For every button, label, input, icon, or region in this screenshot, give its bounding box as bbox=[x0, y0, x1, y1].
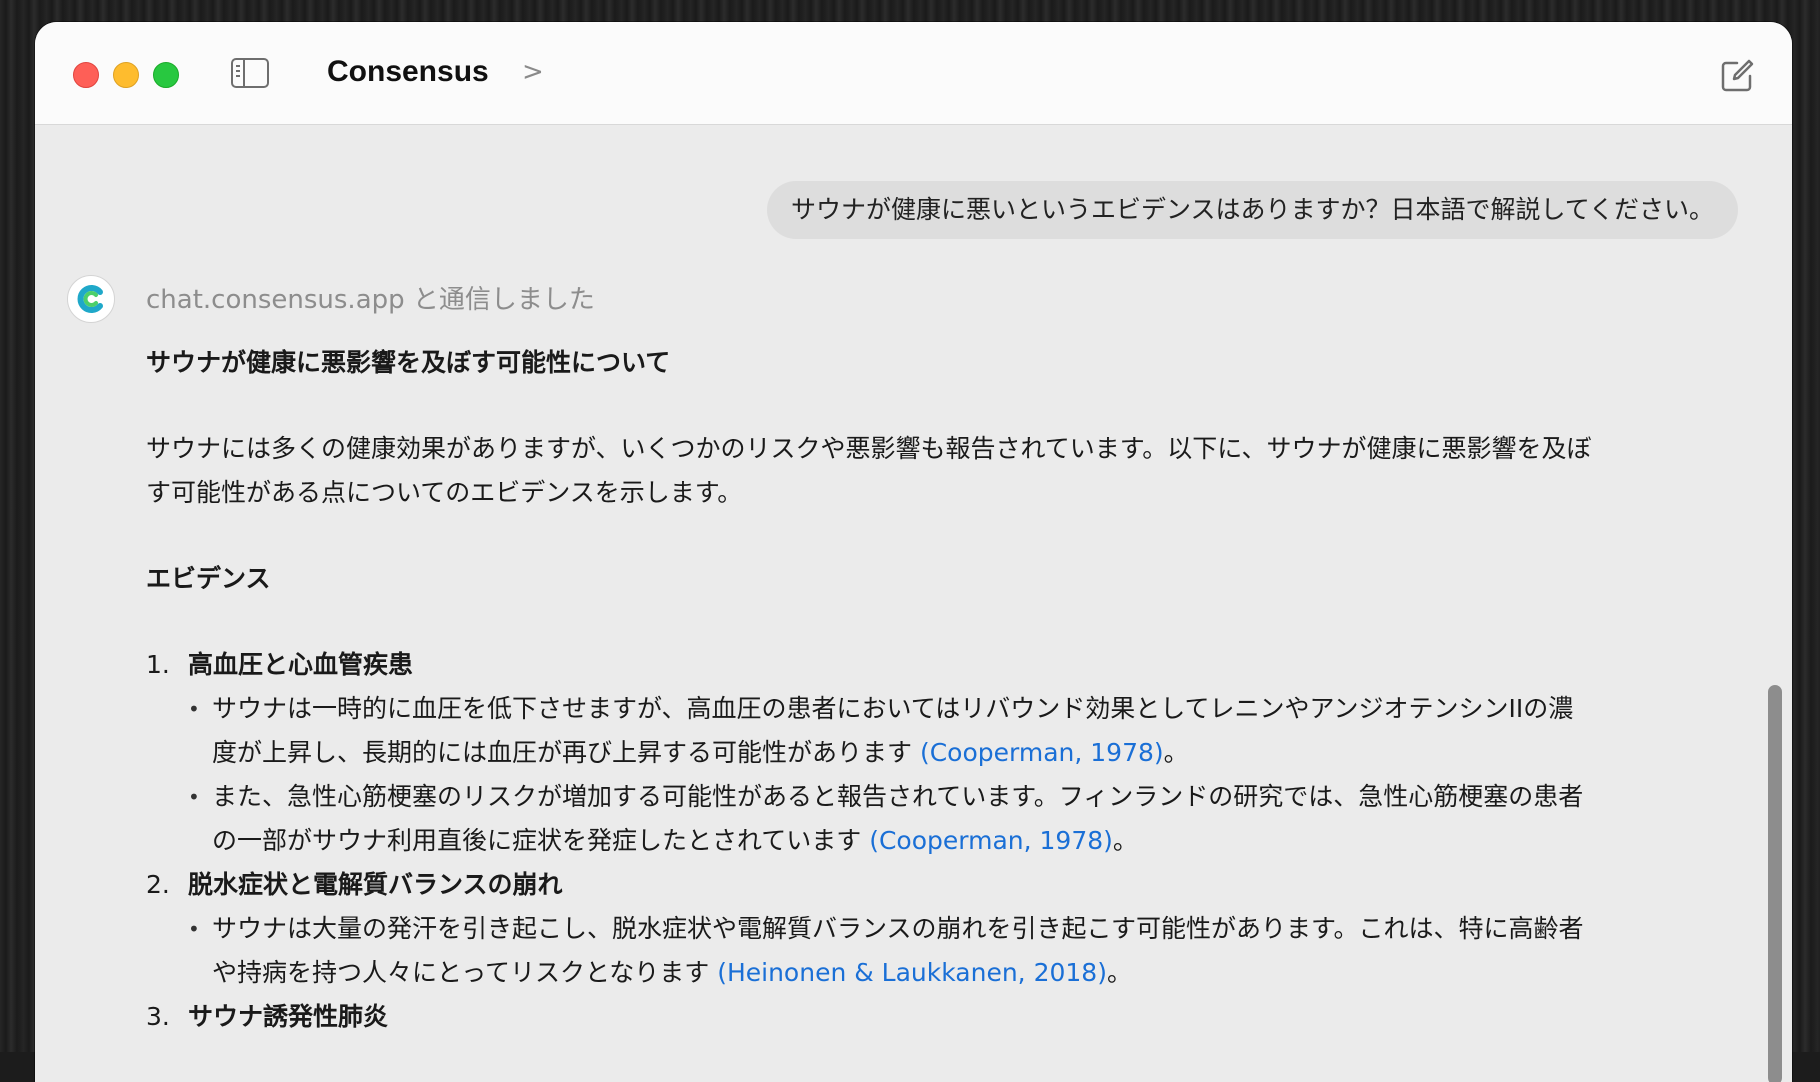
chevron-right-icon[interactable]: > bbox=[522, 57, 544, 87]
citation-link[interactable]: (Cooperman, 1978) bbox=[920, 738, 1164, 767]
section-heading: エビデンス bbox=[146, 564, 271, 593]
bullet-text: また、急性心筋梗塞のリスクが増加する可能性があると報告されています。フィンランド… bbox=[212, 782, 1584, 811]
bullet-text: サウナは一時的に血圧を低下させますが、高血圧の患者においてはリバウンド効果として… bbox=[212, 694, 1574, 723]
bullet-list: サウナは一時的に血圧を低下させますが、高血圧の患者においてはリバウンド効果として… bbox=[146, 687, 1701, 863]
app-window: Consensus > サウナが健康に悪いというエビデンスはありますか？日本語で… bbox=[35, 22, 1792, 1082]
intro-line-2: す可能性がある点についてのエビデンスを示します。 bbox=[146, 478, 743, 507]
user-message-bubble: サウナが健康に悪いというエビデンスはありますか？日本語で解説してください。 bbox=[766, 181, 1738, 239]
intro-paragraph: サウナには多くの健康効果がありますが、いくつかのリスクや悪影響も報告されています… bbox=[146, 427, 1701, 515]
consensus-logo-icon bbox=[75, 283, 107, 315]
bullet-end: 。 bbox=[1112, 826, 1138, 855]
tool-status-text: chat.consensus.app と通信しました bbox=[146, 285, 595, 315]
item-title: サウナ誘発性肺炎 bbox=[188, 1002, 389, 1031]
bullet-item: また、急性心筋梗塞のリスクが増加する可能性があると報告されています。フィンランド… bbox=[188, 775, 1701, 863]
item-number: 2. bbox=[146, 870, 170, 899]
list-item: 1. 高血圧と心血管疾患 サウナは一時的に血圧を低下させますが、高血圧の患者におい… bbox=[146, 643, 1701, 863]
sidebar-toggle-icon[interactable] bbox=[231, 58, 269, 88]
response-heading: サウナが健康に悪影響を及ぼす可能性について bbox=[146, 348, 671, 377]
chat-content: サウナが健康に悪いというエビデンスはありますか？日本語で解説してください。 ch… bbox=[35, 125, 1792, 1082]
citation-link[interactable]: (Heinonen & Laukkanen, 2018) bbox=[717, 958, 1107, 987]
item-title: 高血圧と心血管疾患 bbox=[188, 650, 414, 679]
bullet-text: サウナは大量の発汗を引き起こし、脱水症状や電解質バランスの崩れを引き起こす可能性… bbox=[212, 914, 1584, 943]
title-bar: Consensus > bbox=[35, 22, 1792, 125]
list-item: 2. 脱水症状と電解質バランスの崩れ サウナは大量の発汗を引き起こし、脱水症状や電… bbox=[146, 863, 1701, 995]
close-window-button[interactable] bbox=[73, 62, 99, 88]
list-item: 3. サウナ誘発性肺炎 bbox=[146, 995, 1701, 1039]
maximize-window-button[interactable] bbox=[153, 62, 179, 88]
bullet-text: や持病を持つ人々にとってリスクとなります bbox=[212, 958, 718, 987]
item-number: 3. bbox=[146, 1002, 170, 1031]
assistant-message: サウナが健康に悪影響を及ぼす可能性について サウナには多くの健康効果がありますが… bbox=[146, 341, 1701, 1039]
minimize-window-button[interactable] bbox=[113, 62, 139, 88]
bullet-text: 度が上昇し、長期的には血圧が再び上昇する可能性があります bbox=[212, 738, 920, 767]
bullet-item: サウナは大量の発汗を引き起こし、脱水症状や電解質バランスの崩れを引き起こす可能性… bbox=[188, 907, 1701, 995]
intro-line-1: サウナには多くの健康効果がありますが、いくつかのリスクや悪影響も報告されています… bbox=[146, 434, 1592, 463]
gpt-title[interactable]: Consensus bbox=[327, 55, 489, 89]
consensus-avatar bbox=[67, 275, 115, 323]
bullet-list: サウナは大量の発汗を引き起こし、脱水症状や電解質バランスの崩れを引き起こす可能性… bbox=[146, 907, 1701, 995]
item-title: 脱水症状と電解質バランスの崩れ bbox=[188, 870, 563, 899]
scrollbar-thumb[interactable] bbox=[1768, 685, 1782, 1082]
citation-link[interactable]: (Cooperman, 1978) bbox=[869, 826, 1113, 855]
bullet-end: 。 bbox=[1106, 958, 1132, 987]
evidence-list: 1. 高血圧と心血管疾患 サウナは一時的に血圧を低下させますが、高血圧の患者におい… bbox=[146, 643, 1701, 1039]
bullet-end: 。 bbox=[1163, 738, 1189, 767]
bullet-item: サウナは一時的に血圧を低下させますが、高血圧の患者においてはリバウンド効果として… bbox=[188, 687, 1701, 775]
new-chat-icon[interactable] bbox=[1719, 58, 1755, 94]
item-number: 1. bbox=[146, 650, 170, 679]
bullet-text: の一部がサウナ利用直後に症状を発症したとされています bbox=[212, 826, 870, 855]
